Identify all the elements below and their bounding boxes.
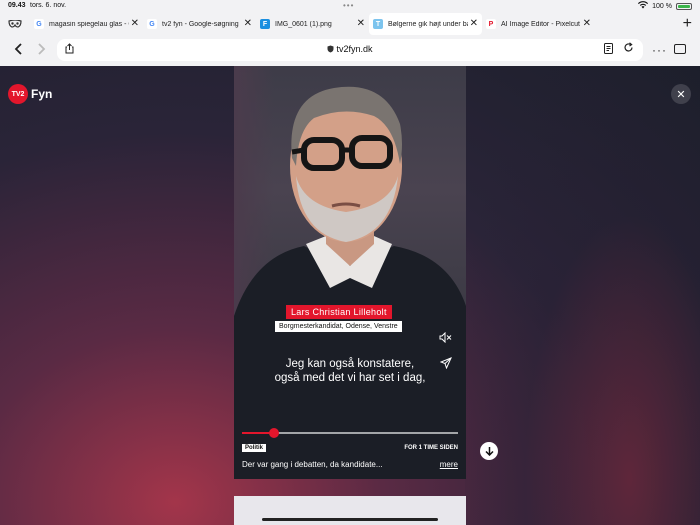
reload-icon[interactable] — [623, 42, 634, 56]
mask-icon[interactable] — [0, 12, 30, 36]
status-right: 100 % — [638, 1, 692, 11]
tab-3[interactable]: F IMG_0601 (1).png ✕ — [256, 13, 369, 35]
arrow-down-icon[interactable] — [480, 442, 498, 460]
person-name: Lars Christian Lilleholt — [286, 305, 392, 319]
favicon-icon: G — [147, 19, 157, 29]
chevron-left-icon[interactable] — [14, 42, 22, 58]
close-icon[interactable]: ✕ — [470, 18, 478, 29]
tab-2[interactable]: Gtv2 fyn - Google-søgning ✕ — [143, 13, 256, 35]
tab-4[interactable]: T Bølgerne gik højt under ba ✕ — [369, 13, 482, 35]
shield-icon — [327, 45, 334, 53]
video-frame — [234, 86, 466, 479]
person-role: Borgmesterkandidat, Odense, Venstre — [275, 321, 402, 332]
page-content: TV2 Fyn ✕ Lars Christian Lilleholt Borgm… — [0, 66, 700, 525]
progress-bar[interactable] — [242, 428, 458, 438]
document-icon[interactable] — [604, 43, 613, 57]
close-icon[interactable]: ✕ — [244, 18, 252, 29]
battery-percent: 100 % — [652, 2, 672, 10]
wifi-icon — [638, 1, 649, 11]
tab-label: Bølgerne gik højt under ba — [388, 20, 468, 28]
mute-icon[interactable] — [439, 331, 452, 346]
new-tab-button[interactable]: + — [683, 15, 692, 33]
nav-bar: tv2fyn.dk ··· — [0, 36, 700, 66]
tab-5[interactable]: P AI Image Editor - Pixelcut ✕ — [482, 13, 595, 35]
sidebar-icon[interactable] — [674, 44, 686, 54]
subtitle-line-1: Jeg kan også konstatere, — [285, 358, 415, 370]
tab-label: tv2 fyn - Google-søgning — [162, 20, 239, 28]
status-date: tors. 6. nov. — [30, 2, 67, 9]
logo-mark: TV2 — [8, 84, 28, 104]
more-link[interactable]: mere — [440, 460, 458, 469]
tab-label: AI Image Editor - Pixelcut — [501, 20, 580, 28]
tab-label: magasin spiegelau glas - G — [49, 20, 129, 28]
logo-name: Fyn — [31, 87, 53, 101]
close-icon[interactable]: ✕ — [357, 18, 365, 29]
close-icon[interactable]: ✕ — [131, 18, 139, 29]
tv2-fyn-logo[interactable]: TV2 Fyn — [8, 84, 52, 104]
url-text[interactable]: tv2fyn.dk — [327, 44, 373, 54]
battery-icon — [676, 2, 692, 10]
close-icon[interactable]: ✕ — [583, 18, 591, 29]
home-indicator[interactable] — [262, 518, 438, 521]
share-icon[interactable] — [65, 43, 74, 57]
category-tag[interactable]: Politik — [242, 444, 267, 452]
multitasking-dots[interactable]: ••• — [343, 1, 354, 10]
ellipsis-icon[interactable]: ··· — [652, 43, 667, 57]
url-label: tv2fyn.dk — [336, 44, 373, 54]
tab-bar: Gmagasin spiegelau glas - G ✕ Gtv2 fyn - G… — [0, 12, 700, 36]
favicon-icon: T — [373, 19, 383, 29]
tab-list: Gmagasin spiegelau glas - G ✕ Gtv2 fyn - G… — [30, 13, 595, 35]
favicon-icon: P — [486, 19, 496, 29]
favicon-icon: G — [34, 19, 44, 29]
close-icon[interactable]: ✕ — [671, 84, 691, 104]
video-subtitle: Jeg kan også konstatere, også med det vi… — [234, 357, 466, 385]
status-time: 09.43 — [8, 2, 26, 9]
tab-1[interactable]: Gmagasin spiegelau glas - G ✕ — [30, 13, 143, 35]
video-player[interactable]: Lars Christian Lilleholt Borgmesterkandi… — [234, 66, 466, 479]
favicon-icon: F — [260, 19, 270, 29]
tab-label: IMG_0601 (1).png — [275, 20, 332, 28]
time-ago: FOR 1 TIME SIDEN — [404, 445, 458, 451]
video-description: Der var gang i debatten, da kandidate... — [242, 460, 383, 469]
subtitle-line-2: også med det vi har set i dag, — [274, 372, 426, 384]
address-bar[interactable]: tv2fyn.dk — [57, 39, 643, 61]
status-bar: 09.43 tors. 6. nov. ••• 100 % — [0, 0, 700, 12]
chevron-right-icon[interactable] — [38, 42, 46, 58]
